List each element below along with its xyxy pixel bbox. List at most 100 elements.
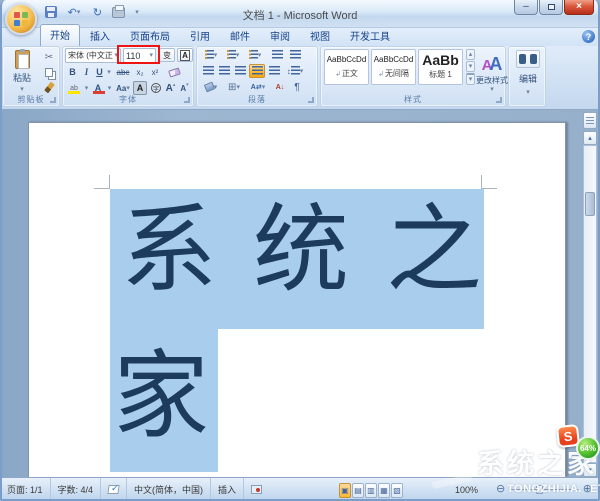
styles-gallery-more[interactable]: ▾ [466, 73, 475, 85]
view-print-layout-button[interactable]: ▣ [339, 483, 351, 498]
change-case-button[interactable]: Aa▾ [115, 81, 131, 95]
view-outline-button[interactable]: ▦ [378, 483, 390, 498]
justify-button-active[interactable] [249, 64, 265, 78]
superscript-button[interactable]: x² [148, 65, 162, 79]
doc-char-1[interactable]: 系 [121, 203, 217, 299]
help-button[interactable]: ? [582, 30, 595, 43]
bullets-icon [205, 50, 214, 60]
editing-dropdown[interactable]: ▾ [522, 85, 534, 99]
font-dialog-launcher[interactable] [184, 97, 190, 103]
change-case-dropdown-icon: ▾ [126, 85, 130, 92]
tab-developer[interactable]: 开发工具 [340, 25, 400, 46]
zoom-level[interactable]: 100% [455, 485, 478, 495]
clipboard-dialog-launcher[interactable] [50, 97, 56, 103]
paste-button[interactable]: 粘贴 ▾ [7, 49, 37, 93]
character-border-button[interactable]: A [177, 48, 193, 62]
borders-button[interactable]: ⊞▾ [224, 80, 244, 94]
doc-char-2[interactable]: 统 [253, 203, 349, 299]
text-highlight-button[interactable]: ab [66, 81, 82, 95]
paragraph-group-label: 段落 [197, 94, 317, 105]
styles-scroll-up[interactable]: ▴ [466, 49, 475, 60]
shrink-font-button[interactable]: A▾ [178, 81, 191, 95]
character-shading-button[interactable]: A [133, 81, 147, 95]
underline-dropdown[interactable]: ▾ [105, 65, 113, 79]
scrollbar-thumb[interactable] [585, 192, 595, 216]
distribute-button[interactable] [267, 64, 282, 78]
zoom-slider-track[interactable] [510, 489, 578, 490]
font-size-combo[interactable]: 110 ▾ [123, 48, 156, 63]
zoom-in-button[interactable]: ⊕ [583, 483, 592, 496]
scroll-down-button[interactable]: ▾ [583, 463, 597, 477]
align-left-button[interactable] [201, 64, 216, 78]
font-color-button[interactable]: A [91, 81, 105, 95]
zoom-slider-thumb[interactable] [536, 485, 543, 494]
decrease-indent-button[interactable] [269, 48, 285, 62]
sort-button[interactable]: A↓ [272, 80, 288, 94]
status-insert-mode[interactable]: 插入 [211, 478, 244, 501]
ruler-toggle-button[interactable] [583, 112, 597, 129]
clear-formatting-button[interactable] [164, 65, 184, 79]
doc-char-4[interactable]: 家 [113, 349, 209, 445]
styles-dialog-launcher[interactable] [496, 97, 502, 103]
style-no-spacing[interactable]: AaBbCcDd ↲无间隔 [371, 49, 416, 85]
asian-layout-button[interactable]: A⇄▾ [247, 80, 269, 94]
strikethrough-button[interactable]: abc [114, 65, 132, 79]
line-spacing-button[interactable]: ↕▾ [285, 64, 305, 78]
office-button[interactable] [5, 3, 37, 35]
paste-dropdown-icon[interactable]: ▾ [20, 86, 24, 93]
status-word-count[interactable]: 字数: 4/4 [51, 478, 102, 501]
enclose-character-button[interactable]: 字 [149, 81, 163, 95]
subscript-button[interactable]: x₂ [133, 65, 147, 79]
document-page[interactable]: 系 统 之 家 [28, 122, 566, 477]
paragraph-dialog-launcher[interactable] [308, 97, 314, 103]
change-styles-button[interactable]: AA 更改样式 ▾ [478, 48, 506, 98]
scroll-up-button[interactable]: ▴ [583, 131, 597, 145]
increase-indent-button[interactable] [287, 48, 303, 62]
tab-mailings[interactable]: 邮件 [220, 25, 260, 46]
shading-button[interactable]: ▾ [201, 80, 221, 94]
status-page[interactable]: 页面: 1/1 [0, 478, 51, 501]
tab-view[interactable]: 视图 [300, 25, 340, 46]
change-styles-icon: AA [482, 54, 503, 75]
tab-insert[interactable]: 插入 [80, 25, 120, 46]
doc-char-3[interactable]: 之 [386, 203, 482, 299]
tab-page-layout[interactable]: 页面布局 [120, 25, 180, 46]
align-right-button[interactable] [233, 64, 248, 78]
phonetic-guide-button[interactable]: 变 [159, 48, 175, 62]
multilevel-list-button[interactable]: ▾ [245, 48, 265, 62]
text-highlight-dropdown[interactable]: ▾ [83, 81, 90, 95]
close-button[interactable]: × [564, 0, 594, 15]
format-painter-button[interactable] [41, 80, 57, 94]
restore-button[interactable] [539, 0, 563, 15]
pilcrow-icon: ¶ [294, 82, 299, 93]
zoom-out-button[interactable]: ⊖ [496, 483, 505, 496]
bold-button[interactable]: B [66, 65, 79, 79]
format-painter-icon [44, 81, 55, 93]
italic-button[interactable]: I [80, 65, 93, 79]
style-heading1[interactable]: AaBb 标题 1 [418, 49, 463, 85]
find-button[interactable] [516, 50, 540, 68]
font-color-dropdown[interactable]: ▾ [106, 81, 113, 95]
show-hide-marks-button[interactable]: ¶ [290, 80, 304, 94]
copy-button[interactable] [41, 65, 57, 79]
status-spellcheck[interactable]: ✓ [101, 478, 127, 501]
numbering-button[interactable]: ▾ [223, 48, 243, 62]
editing-menu-button[interactable]: 编辑 [511, 71, 545, 85]
bullets-button[interactable]: ▾ [201, 48, 221, 62]
tab-review[interactable]: 审阅 [260, 25, 300, 46]
cut-button[interactable]: ✂ [41, 50, 57, 64]
grow-font-button[interactable]: A▴ [164, 81, 177, 95]
minimize-button[interactable]: – [514, 0, 538, 15]
status-macro[interactable] [244, 478, 269, 501]
tab-references[interactable]: 引用 [180, 25, 220, 46]
align-center-button[interactable] [217, 64, 232, 78]
styles-scroll-down[interactable]: ▾ [466, 61, 475, 72]
view-web-layout-button[interactable]: ▥ [365, 483, 377, 498]
style-normal[interactable]: AaBbCcDd ↲正文 [324, 49, 369, 85]
tab-home[interactable]: 开始 [40, 24, 80, 46]
view-draft-button[interactable]: ▧ [391, 483, 403, 498]
styles-scroll-up-icon: ▴ [469, 51, 473, 58]
status-language[interactable]: 中文(简体，中国) [127, 478, 211, 501]
view-fullscreen-button[interactable]: ▤ [352, 483, 364, 498]
font-name-combo[interactable]: 宋体 (中文正 ▾ [65, 48, 121, 63]
